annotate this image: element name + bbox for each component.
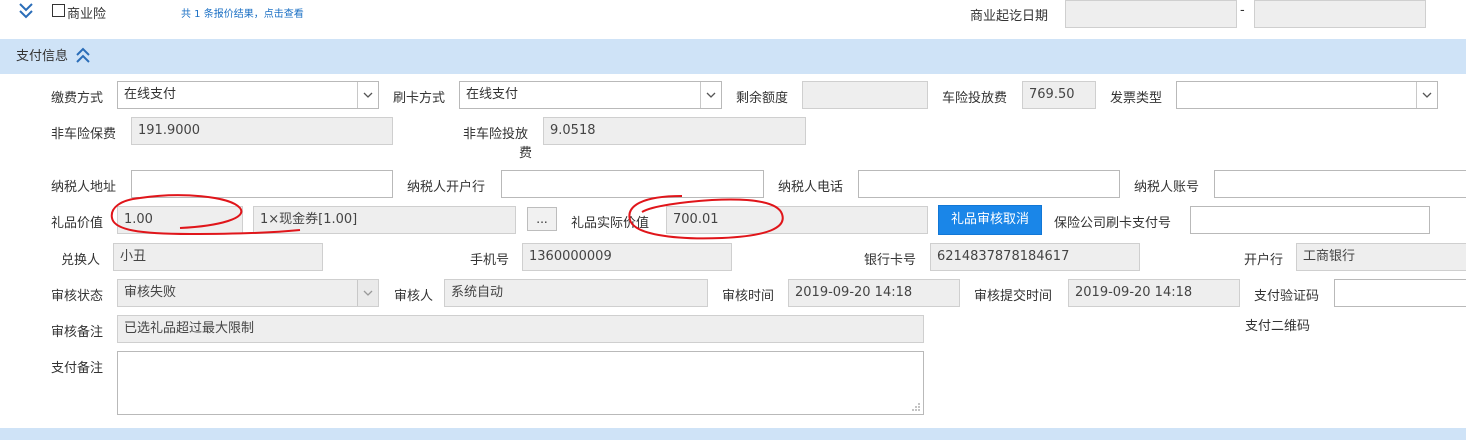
bank-input[interactable]: 工商银行 [1296, 243, 1466, 271]
auto-fee-label: 车险投放费 [942, 91, 1008, 106]
bank-label: 开户行 [1244, 253, 1284, 268]
auditor-label: 审核人 [394, 289, 434, 304]
mobile-label: 手机号 [470, 253, 510, 268]
invoice-type-select[interactable] [1176, 81, 1438, 109]
chevron-down-icon [357, 280, 378, 306]
resize-grip-icon[interactable] [911, 402, 921, 412]
audit-time-label: 审核时间 [722, 289, 775, 304]
taxpayer-phone-label: 纳税人电话 [778, 180, 844, 195]
pay-code-input[interactable] [1334, 279, 1466, 307]
audit-submit-input[interactable]: 2019-09-20 14:18 [1068, 279, 1240, 307]
nonauto-fee-label: 非车险投放 [463, 127, 529, 142]
audit-status-select[interactable]: 审核失败 [117, 279, 379, 307]
remaining-label: 剩余额度 [736, 91, 789, 106]
audit-submit-label: 审核提交时间 [974, 289, 1053, 304]
taxpayer-account-label: 纳税人账号 [1134, 180, 1200, 195]
start-date-from-input[interactable] [1065, 0, 1237, 28]
insurer-card-label: 保险公司刷卡支付号 [1054, 216, 1172, 231]
next-section-header[interactable] [0, 428, 1466, 440]
gift-audit-cancel-button[interactable]: 礼品审核取消 [938, 205, 1042, 235]
audit-status-label: 审核状态 [51, 289, 104, 304]
payment-method-value: 在线支付 [124, 87, 177, 102]
audit-status-value: 审核失败 [124, 285, 177, 300]
date-separator: - [1240, 3, 1245, 18]
redeemer-input[interactable]: 小丑 [113, 243, 323, 271]
nonauto-premium-label: 非车险保费 [51, 127, 117, 142]
nonauto-premium-input[interactable]: 191.9000 [131, 117, 393, 145]
collapse-chevrons-icon[interactable] [76, 47, 90, 65]
mobile-input[interactable]: 1360000009 [522, 243, 732, 271]
bank-card-input[interactable]: 6214837878184617 [930, 243, 1140, 271]
pay-remark-textarea[interactable] [117, 351, 924, 415]
start-date-label: 商业起讫日期 [970, 9, 1049, 24]
audit-time-input[interactable]: 2019-09-20 14:18 [788, 279, 960, 307]
pay-code-label: 支付验证码 [1254, 289, 1320, 304]
quote-result-link[interactable]: 共 1 条报价结果，点击查看 [181, 5, 304, 20]
bank-card-label: 银行卡号 [864, 253, 917, 268]
annotation-circle-gift-actual [628, 195, 784, 240]
card-method-value: 在线支付 [466, 87, 519, 102]
audit-remark-input[interactable]: 已选礼品超过最大限制 [117, 315, 924, 343]
card-method-label: 刷卡方式 [393, 91, 446, 106]
payment-method-label: 缴费方式 [51, 91, 104, 106]
gift-select-button[interactable]: ... [527, 207, 557, 231]
auto-fee-input[interactable]: 769.50 [1022, 81, 1096, 109]
taxpayer-account-input[interactable] [1214, 170, 1466, 198]
redeemer-label: 兑换人 [61, 253, 101, 268]
audit-remark-label: 审核备注 [51, 325, 104, 340]
pay-qr-label: 支付二维码 [1245, 319, 1311, 334]
remaining-input[interactable] [802, 81, 928, 109]
insurer-card-input[interactable] [1190, 206, 1430, 234]
gift-value-label: 礼品价值 [51, 216, 104, 231]
expand-chevrons-icon[interactable] [18, 2, 34, 20]
card-method-select[interactable]: 在线支付 [459, 81, 722, 109]
taxpayer-phone-input[interactable] [858, 170, 1120, 198]
pay-remark-label: 支付备注 [51, 361, 104, 376]
chevron-down-icon [1416, 82, 1437, 108]
commercial-checkbox[interactable] [52, 4, 65, 17]
section-title: 支付信息 [16, 49, 69, 64]
annotation-circle-gift-value [110, 194, 301, 236]
nonauto-fee-label-wrap: 费 [519, 146, 533, 161]
payment-section-header[interactable] [0, 39, 1466, 74]
invoice-type-label: 发票类型 [1110, 91, 1163, 106]
chevron-down-icon [357, 82, 378, 108]
taxpayer-bank-label: 纳税人开户行 [407, 180, 486, 195]
payment-method-select[interactable]: 在线支付 [117, 81, 379, 109]
nonauto-fee-input[interactable]: 9.0518 [543, 117, 806, 145]
auditor-input[interactable]: 系统自动 [444, 279, 708, 307]
chevron-down-icon [700, 82, 721, 108]
start-date-to-input[interactable] [1254, 0, 1426, 28]
commercial-label: 商业险 [67, 7, 107, 22]
